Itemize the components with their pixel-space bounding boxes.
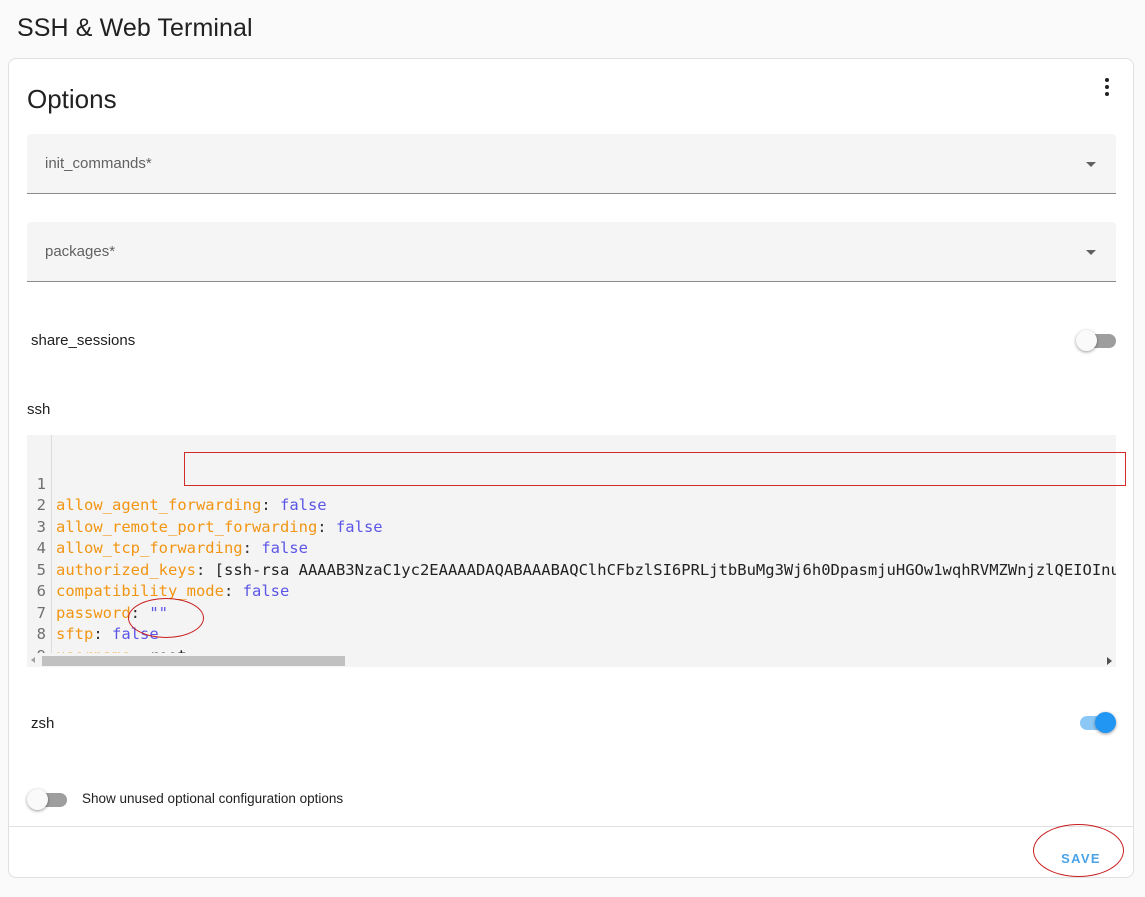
editor-line: 3 allow_tcp_forwarding: false — [36, 517, 308, 558]
chevron-down-icon — [1086, 162, 1096, 167]
editor-line: 2 allow_remote_port_forwarding: false — [36, 496, 383, 536]
ssh-yaml-editor[interactable]: 1 allow_agent_forwarding: false 2 allow_… — [27, 435, 1116, 667]
editor-line: 9 — [27, 624, 83, 665]
editor-line: 1 allow_agent_forwarding: false — [36, 474, 327, 515]
editor-line: 5 compatibility_mode: false — [36, 560, 290, 601]
init-commands-label: init_commands* — [45, 155, 152, 172]
card-actions-divider — [9, 826, 1133, 827]
show-unused-toggle[interactable] — [27, 788, 67, 812]
scroll-thumb[interactable] — [42, 656, 345, 666]
card-title: Options — [27, 84, 117, 114]
ssh-label: ssh — [27, 401, 51, 418]
dots-vertical-icon — [1105, 78, 1109, 82]
share-sessions-label: share_sessions — [31, 332, 136, 349]
page-title: SSH & Web Terminal — [17, 14, 253, 42]
options-card: Options init_commands* packages* share_s… — [8, 58, 1134, 878]
zsh-toggle[interactable] — [1076, 711, 1116, 735]
zsh-label: zsh — [31, 715, 55, 732]
editor-line: 8 username: root — [36, 625, 187, 665]
packages-label: packages* — [45, 243, 116, 260]
save-button[interactable]: SAVE — [1049, 840, 1113, 876]
scroll-left-arrow-icon[interactable] — [31, 657, 35, 663]
share-sessions-toggle[interactable] — [1076, 329, 1116, 353]
editor-line: 7 sftp: false — [36, 603, 159, 644]
more-options-button[interactable] — [1095, 75, 1119, 99]
chevron-down-icon — [1086, 250, 1096, 255]
show-unused-label: Show unused optional configuration optio… — [82, 791, 344, 806]
init-commands-select[interactable]: init_commands* — [27, 134, 1116, 194]
editor-line: 6 password: "" — [36, 582, 168, 622]
packages-select[interactable]: packages* — [27, 222, 1116, 282]
scroll-right-arrow-icon[interactable] — [1107, 657, 1112, 665]
horizontal-scrollbar[interactable] — [27, 653, 1116, 667]
editor-line: 4 authorized_keys: [ssh-rsa AAAAB3NzaC1y… — [36, 539, 1116, 579]
